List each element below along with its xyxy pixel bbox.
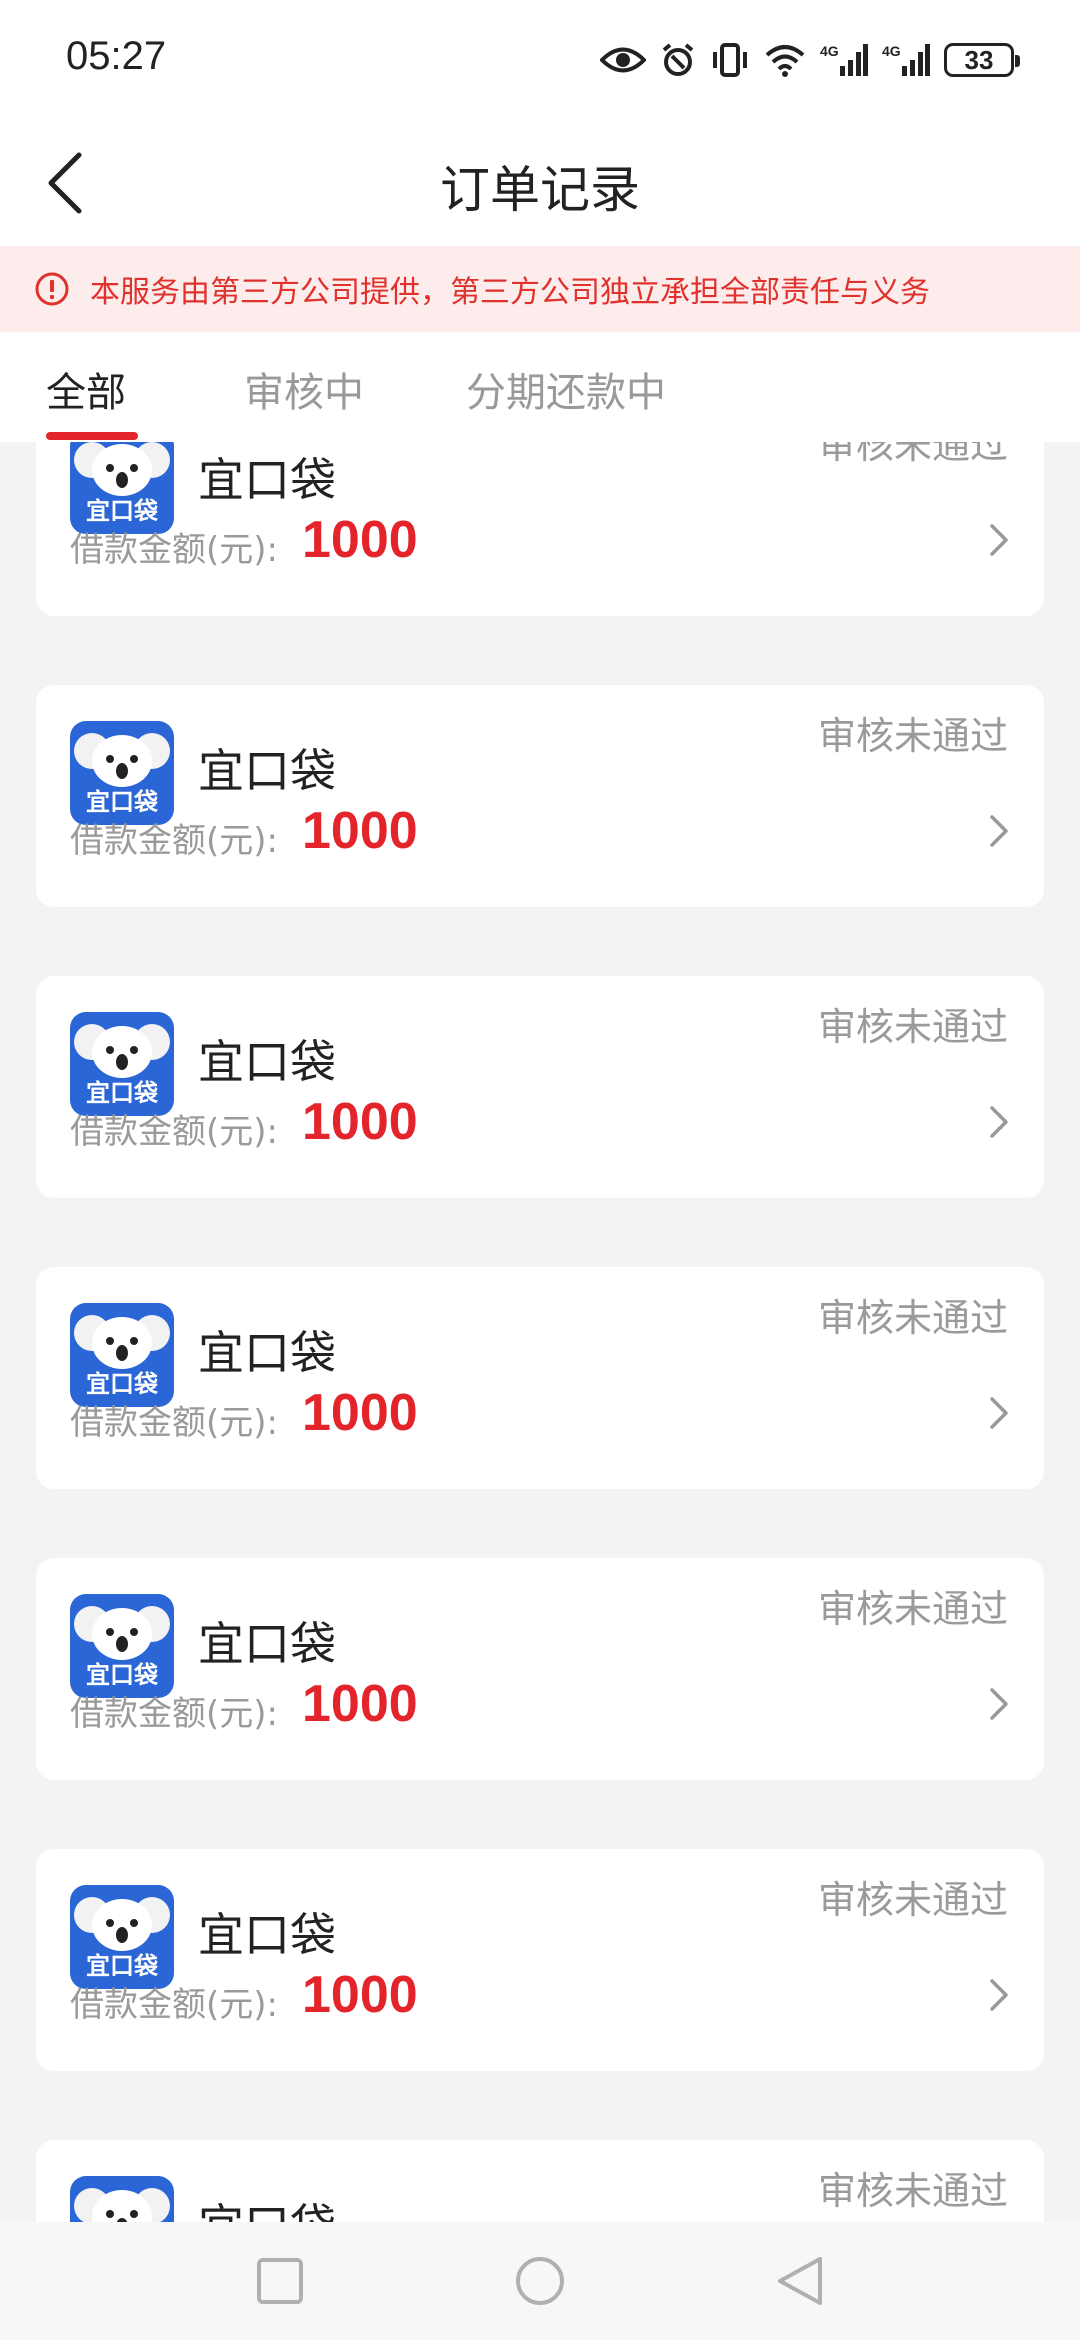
app-logo: 宜口袋 <box>70 1303 174 1407</box>
active-tab-indicator <box>46 432 138 440</box>
signal-4g-icon: 4G <box>820 43 868 76</box>
home-icon[interactable] <box>514 2255 566 2307</box>
tab-under-review[interactable]: 审核中 <box>244 360 364 418</box>
amount-label: 借款金额(元): <box>70 530 278 570</box>
status-time: 05:27 <box>66 34 167 78</box>
koala-icon <box>74 1897 170 1951</box>
amount-value: 1000 <box>302 1093 418 1151</box>
amount-value: 1000 <box>302 1966 418 2024</box>
app-name: 宜口袋 <box>198 1617 336 1671</box>
order-card[interactable]: 宜口袋宜口袋审核未通过借款金额(元):1000 <box>36 1558 1044 1780</box>
app-logo: 宜口袋 <box>70 2176 174 2222</box>
chevron-right-icon <box>990 1979 1008 2011</box>
tab-bar: 全部 审核中 分期还款中 <box>0 332 1080 442</box>
amount-label: 借款金额(元): <box>70 1985 278 2025</box>
order-status: 审核未通过 <box>817 1587 1008 1631</box>
order-card[interactable]: 宜口袋宜口袋审核未通过借款金额(元):1000 <box>36 1267 1044 1489</box>
app-name: 宜口袋 <box>198 1326 336 1380</box>
amount-value: 1000 <box>302 1384 418 1442</box>
order-card[interactable]: 宜口袋宜口袋审核未通过借款金额(元):1000 <box>36 976 1044 1198</box>
app-name: 宜口袋 <box>198 1908 336 1962</box>
recent-apps-icon[interactable] <box>256 2257 304 2305</box>
tab-installment-repayment[interactable]: 分期还款中 <box>466 360 666 418</box>
chevron-right-icon <box>990 1106 1008 1138</box>
notice-bar: 本服务由第三方公司提供，第三方公司独立承担全部责任与义务 <box>0 246 1080 332</box>
signal-4g-icon: 4G <box>882 43 930 76</box>
order-status: 审核未通过 <box>817 714 1008 758</box>
order-card[interactable]: 宜口袋宜口袋审核未通过借款金额(元):1000 <box>36 442 1044 616</box>
app-name: 宜口袋 <box>198 744 336 798</box>
app-logo: 宜口袋 <box>70 1594 174 1698</box>
amount-value: 1000 <box>302 802 418 860</box>
amount-value: 1000 <box>302 511 418 569</box>
koala-icon <box>74 2188 170 2222</box>
order-status: 审核未通过 <box>817 1296 1008 1340</box>
chevron-right-icon <box>990 1688 1008 1720</box>
koala-icon <box>74 733 170 787</box>
app-logo: 宜口袋 <box>70 1012 174 1116</box>
back-icon[interactable] <box>776 2255 824 2307</box>
vibrate-icon <box>713 43 747 77</box>
battery-level: 33 <box>964 44 994 75</box>
app-logo-text: 宜口袋 <box>86 1370 158 1398</box>
app-name: 宜口袋 <box>198 2190 336 2222</box>
order-card[interactable]: 宜口袋宜口袋审核未通过借款金额(元):1000 <box>36 685 1044 907</box>
app-logo: 宜口袋 <box>70 1885 174 1989</box>
app-name: 宜口袋 <box>198 1035 336 1089</box>
app-logo-text: 宜口袋 <box>86 1079 158 1107</box>
tab-all[interactable]: 全部 <box>46 360 126 418</box>
status-icons: 4G 4G 33 <box>600 36 1020 84</box>
koala-icon <box>74 1606 170 1660</box>
wifi-icon <box>765 45 805 77</box>
nav-header: 订单记录 <box>0 120 1080 246</box>
chevron-right-icon <box>990 524 1008 556</box>
koala-icon <box>74 1024 170 1078</box>
alarm-icon <box>662 43 694 76</box>
app-logo-text: 宜口袋 <box>86 788 158 816</box>
order-status: 审核未通过 <box>817 1005 1008 1049</box>
app-name: 宜口袋 <box>198 453 336 507</box>
app-logo: 宜口袋 <box>70 442 174 534</box>
app-logo-text: 宜口袋 <box>86 1952 158 1980</box>
app-logo: 宜口袋 <box>70 721 174 825</box>
chevron-right-icon <box>990 815 1008 847</box>
battery-icon: 33 <box>944 43 1020 77</box>
warning-icon <box>35 272 69 306</box>
page-title: 订单记录 <box>440 161 640 219</box>
koala-icon <box>74 1315 170 1369</box>
order-list[interactable]: 宜口袋 宜口袋 审核未通过 借款金额(元): 1000 宜口袋 宜口袋 审核未通过 借款金额(元… <box>0 442 1080 2222</box>
order-status: 审核未通过 <box>817 2169 1008 2213</box>
svg-text:4G: 4G <box>882 43 901 59</box>
order-card[interactable]: 宜口袋宜口袋审核未通过借款金额(元):1000 <box>36 1849 1044 2071</box>
chevron-right-icon <box>990 1397 1008 1429</box>
system-nav-bar <box>0 2222 1080 2340</box>
notice-text: 本服务由第三方公司提供，第三方公司独立承担全部责任与义务 <box>90 275 930 310</box>
order-status: 审核未通过 <box>817 1878 1008 1922</box>
amount-label: 借款金额(元): <box>70 1694 278 1734</box>
svg-text:4G: 4G <box>820 43 839 59</box>
amount-label: 借款金额(元): <box>70 1403 278 1443</box>
app-logo-text: 宜口袋 <box>86 1661 158 1689</box>
app-logo-text: 宜口袋 <box>86 497 158 525</box>
order-status: 审核未通过 <box>817 442 1008 467</box>
status-bar: 05:27 4G 4G 33 <box>0 0 1080 120</box>
amount-label: 借款金额(元): <box>70 1112 278 1152</box>
amount-value: 1000 <box>302 1675 418 1733</box>
amount-label: 借款金额(元): <box>70 821 278 861</box>
eye-icon <box>600 47 646 73</box>
order-card[interactable]: 宜口袋宜口袋审核未通过借款金额(元):1000 <box>36 2140 1044 2222</box>
